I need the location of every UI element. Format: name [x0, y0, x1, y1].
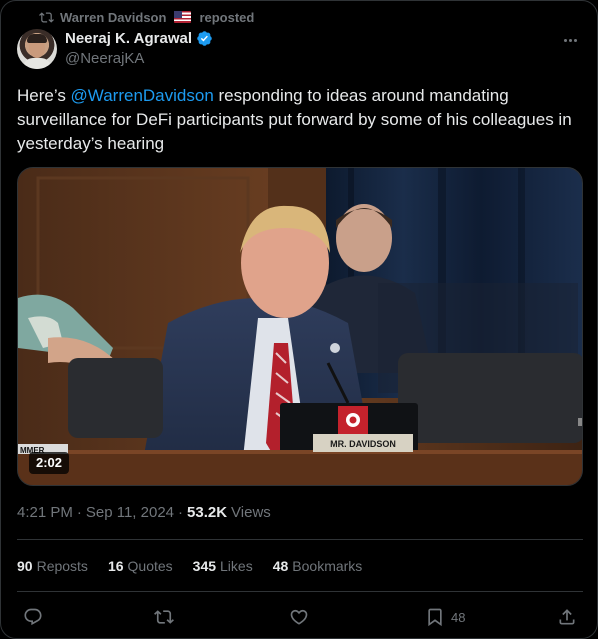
- meta-separator: ·: [76, 504, 82, 521]
- avatar[interactable]: [17, 29, 57, 69]
- divider: [17, 539, 583, 540]
- repost-icon: [154, 610, 174, 624]
- engagement-stats: 90 Reposts 16 Quotes 345 Likes 48 Bookmarks: [17, 558, 362, 574]
- bookmark-count: 48: [451, 609, 466, 625]
- repost-label: reposted: [199, 9, 255, 25]
- tweet-card[interactable]: Warren Davidson reposted Neeraj K. Agraw…: [0, 0, 598, 639]
- bookmark-button[interactable]: 48: [425, 601, 465, 633]
- stat-reposts[interactable]: 90 Reposts: [17, 558, 88, 574]
- views-label: Views: [231, 504, 271, 521]
- mention-link[interactable]: @WarrenDavidson: [71, 86, 214, 105]
- tweet-meta: 4:21 PM · Sep 11, 2024 · 53.2K Views: [17, 504, 271, 521]
- repost-indicator[interactable]: Warren Davidson reposted: [39, 8, 254, 26]
- us-flag-icon: [174, 11, 192, 23]
- more-options-icon[interactable]: [559, 31, 581, 49]
- action-bar: 48: [17, 601, 583, 633]
- views-count: 53.2K: [187, 504, 228, 521]
- meta-separator: ·: [178, 504, 184, 521]
- stat-quotes[interactable]: 16 Quotes: [108, 558, 173, 574]
- reply-button[interactable]: [23, 601, 43, 633]
- video-player[interactable]: MR. DAVIDSON MMER: [17, 167, 583, 486]
- video-frame: MR. DAVIDSON MMER: [18, 168, 582, 485]
- tweet-time[interactable]: 4:21 PM: [17, 504, 73, 521]
- divider: [17, 591, 583, 592]
- share-button[interactable]: [557, 601, 577, 633]
- stat-likes[interactable]: 345 Likes: [193, 558, 253, 574]
- bookmark-icon: [428, 608, 442, 627]
- tweet-text: Here’s @WarrenDavidson responding to ide…: [17, 84, 583, 156]
- tweet-text-start: Here’s: [17, 86, 71, 105]
- repost-button[interactable]: [154, 601, 174, 633]
- author-display-name[interactable]: Neeraj K. Agrawal: [65, 30, 192, 47]
- author-handle[interactable]: @NeerajKA: [65, 50, 144, 67]
- reposter-name[interactable]: Warren Davidson: [60, 10, 166, 25]
- share-icon: [559, 609, 575, 625]
- repost-icon: [39, 11, 54, 23]
- like-button[interactable]: [289, 601, 309, 633]
- like-icon: [290, 609, 308, 625]
- stat-bookmarks[interactable]: 48 Bookmarks: [273, 558, 363, 574]
- video-duration: 2:02: [29, 452, 70, 474]
- nameplate-text: MR. DAVIDSON: [330, 439, 396, 449]
- tweet-date[interactable]: Sep 11, 2024: [86, 504, 174, 521]
- reply-icon: [24, 608, 42, 626]
- author-name-row: Neeraj K. Agrawal: [65, 30, 213, 47]
- verified-badge-icon[interactable]: [196, 30, 213, 47]
